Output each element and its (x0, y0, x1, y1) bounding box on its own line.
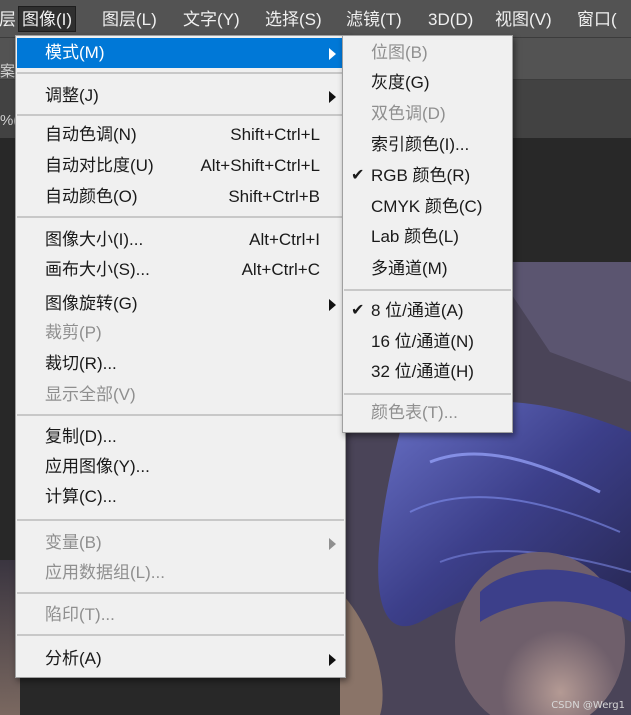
submenu-item-16-bit[interactable]: 16 位/通道(N) (344, 327, 511, 357)
menu-separator (17, 414, 344, 416)
menu-select[interactable]: 选择(S) (262, 7, 325, 33)
menu-item-label: 应用数据组(L)... (45, 563, 165, 582)
submenu-item-cmyk-color[interactable]: CMYK 颜色(C) (344, 192, 511, 222)
menu-item-image-size[interactable]: 图像大小(I)... Alt+Ctrl+I (17, 225, 344, 255)
menu-separator (17, 72, 344, 74)
submenu-arrow-icon (329, 91, 336, 103)
menu-item-auto-color[interactable]: 自动颜色(O) Shift+Ctrl+B (17, 182, 344, 212)
menu-item-label: 计算(C)... (45, 487, 117, 506)
menu-item-label: 自动颜色(O) (45, 187, 138, 206)
checkmark-icon: ✔ (351, 302, 365, 319)
menu-item-label: 应用图像(Y)... (45, 457, 150, 476)
menu-separator (344, 289, 511, 291)
menu-layer-partial[interactable]: 层 (0, 7, 19, 33)
menu-item-label: 复制(D)... (45, 427, 117, 446)
submenu-item-8-bit[interactable]: ✔ 8 位/通道(A) (344, 296, 511, 326)
submenu-item-label: 16 位/通道(N) (371, 332, 474, 351)
menu-separator (17, 592, 344, 594)
menu-item-shortcut: Alt+Ctrl+C (241, 260, 320, 279)
menu-item-reveal-all[interactable]: 显示全部(V) (17, 380, 344, 410)
menu-item-shortcut: Shift+Ctrl+B (228, 187, 320, 206)
submenu-arrow-icon (329, 654, 336, 666)
menu-item-analysis[interactable]: 分析(A) (17, 644, 344, 674)
submenu-item-label: 位图(B) (371, 43, 428, 62)
mode-submenu: 位图(B) 灰度(G) 双色调(D) 索引颜色(I)... ✔ RGB 颜色(R… (342, 35, 513, 433)
menu-item-canvas-size[interactable]: 画布大小(S)... Alt+Ctrl+C (17, 255, 344, 285)
menu-window[interactable]: 窗口( (574, 7, 620, 33)
menu-separator (17, 519, 344, 521)
menu-item-apply-image[interactable]: 应用图像(Y)... (17, 452, 344, 482)
submenu-item-rgb-color[interactable]: ✔ RGB 颜色(R) (344, 161, 511, 191)
menu-separator (17, 634, 344, 636)
submenu-item-label: CMYK 颜色(C) (371, 197, 483, 216)
menu-item-adjustments[interactable]: 调整(J) (17, 81, 344, 111)
submenu-item-indexed-color[interactable]: 索引颜色(I)... (344, 130, 511, 160)
menu-item-trap[interactable]: 陷印(T)... (17, 600, 344, 630)
menu-item-label: 陷印(T)... (45, 605, 115, 624)
image-menu: 模式(M) 调整(J) 自动色调(N) Shift+Ctrl+L 自动对比度(U… (15, 35, 346, 678)
menu-item-calculations[interactable]: 计算(C)... (17, 482, 344, 512)
menu-item-label: 分析(A) (45, 649, 102, 668)
submenu-item-32-bit[interactable]: 32 位/通道(H) (344, 357, 511, 387)
menu-item-label: 显示全部(V) (45, 385, 136, 404)
menu-bar: 层 图像(I) 图层(L) 文字(Y) 选择(S) 滤镜(T) 3D(D) 视图… (0, 0, 631, 38)
submenu-item-grayscale[interactable]: 灰度(G) (344, 68, 511, 98)
menu-item-label: 自动对比度(U) (45, 156, 154, 175)
menu-item-trim[interactable]: 裁切(R)... (17, 349, 344, 379)
menu-layer[interactable]: 图层(L) (99, 7, 160, 33)
menu-image[interactable]: 图像(I) (18, 6, 77, 32)
menu-item-shortcut: Shift+Ctrl+L (230, 125, 320, 144)
submenu-arrow-icon (329, 48, 336, 60)
submenu-item-label: 双色调(D) (371, 104, 446, 123)
menu-item-duplicate[interactable]: 复制(D)... (17, 422, 344, 452)
submenu-item-label: 颜色表(T)... (371, 403, 458, 422)
submenu-item-multichannel[interactable]: 多通道(M) (344, 254, 511, 284)
submenu-item-label: 多通道(M) (371, 259, 448, 278)
menu-item-label: 图像大小(I)... (45, 230, 144, 249)
menu-item-label: 画布大小(S)... (45, 260, 150, 279)
menu-separator (17, 114, 344, 116)
menu-item-shortcut: Alt+Shift+Ctrl+L (200, 156, 320, 175)
submenu-item-duotone[interactable]: 双色调(D) (344, 99, 511, 129)
menu-item-auto-contrast[interactable]: 自动对比度(U) Alt+Shift+Ctrl+L (17, 151, 344, 181)
submenu-arrow-icon (329, 538, 336, 550)
menu-3d[interactable]: 3D(D) (425, 7, 476, 33)
watermark: CSDN @Werg1 (551, 700, 625, 711)
menu-item-label: 调整(J) (45, 86, 99, 105)
submenu-item-label: 8 位/通道(A) (371, 301, 464, 320)
menu-type[interactable]: 文字(Y) (180, 7, 243, 33)
menu-item-label: 变量(B) (45, 533, 102, 552)
menu-item-auto-tone[interactable]: 自动色调(N) Shift+Ctrl+L (17, 120, 344, 150)
menu-item-mode[interactable]: 模式(M) (17, 38, 344, 68)
menu-item-label: 图像旋转(G) (45, 294, 138, 313)
menu-item-label: 模式(M) (45, 43, 105, 62)
menu-item-image-rotation[interactable]: 图像旋转(G) (17, 289, 344, 319)
submenu-item-label: 索引颜色(I)... (371, 135, 470, 154)
menu-item-variables[interactable]: 变量(B) (17, 528, 344, 558)
submenu-item-label: 32 位/通道(H) (371, 362, 474, 381)
menu-item-label: 裁切(R)... (45, 354, 117, 373)
submenu-item-bitmap[interactable]: 位图(B) (344, 38, 511, 68)
submenu-arrow-icon (329, 299, 336, 311)
menu-item-label: 裁剪(P) (45, 323, 102, 342)
submenu-item-lab-color[interactable]: Lab 颜色(L) (344, 222, 511, 252)
menu-item-label: 自动色调(N) (45, 125, 137, 144)
checkmark-icon: ✔ (351, 167, 365, 184)
menu-separator (17, 216, 344, 218)
menu-view[interactable]: 视图(V) (492, 7, 555, 33)
submenu-item-label: 灰度(G) (371, 73, 430, 92)
menu-filter[interactable]: 滤镜(T) (343, 7, 405, 33)
submenu-item-color-table[interactable]: 颜色表(T)... (344, 398, 511, 428)
submenu-item-label: RGB 颜色(R) (371, 166, 471, 185)
submenu-item-label: Lab 颜色(L) (371, 227, 459, 246)
menu-separator (344, 393, 511, 395)
menu-item-apply-data-set[interactable]: 应用数据组(L)... (17, 558, 344, 588)
menu-item-shortcut: Alt+Ctrl+I (249, 230, 320, 249)
menu-item-crop[interactable]: 裁剪(P) (17, 318, 344, 348)
